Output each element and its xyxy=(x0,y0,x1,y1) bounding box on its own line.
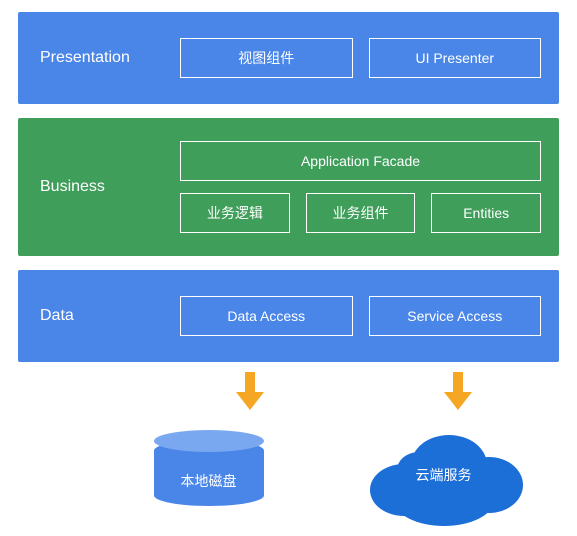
local-disk-icon: 本地磁盘 xyxy=(144,430,274,520)
presentation-content: 视图组件 UI Presenter xyxy=(180,38,559,78)
presentation-label: Presentation xyxy=(18,49,180,67)
arrow-down-icon xyxy=(444,372,472,410)
arrow-row xyxy=(18,372,559,410)
cloud-service-label: 云端服务 xyxy=(416,465,472,485)
local-disk-label: 本地磁盘 xyxy=(181,471,237,491)
data-layer: Data Data Access Service Access xyxy=(18,270,559,362)
box-ui-presenter: UI Presenter xyxy=(369,38,542,78)
box-view-component: 视图组件 xyxy=(180,38,353,78)
storage-row: 本地磁盘 云端服务 xyxy=(18,420,559,530)
business-label: Business xyxy=(18,178,180,196)
arrow-down-icon xyxy=(236,372,264,410)
business-content: Application Facade 业务逻辑 业务组件 Entities xyxy=(180,141,559,233)
business-layer: Business Application Facade 业务逻辑 业务组件 En… xyxy=(18,118,559,256)
box-application-facade: Application Facade xyxy=(180,141,541,181)
presentation-layer: Presentation 视图组件 UI Presenter xyxy=(18,12,559,104)
data-content: Data Access Service Access xyxy=(180,296,559,336)
box-data-access: Data Access xyxy=(180,296,353,336)
box-entities: Entities xyxy=(431,193,541,233)
data-label: Data xyxy=(18,307,180,325)
box-service-access: Service Access xyxy=(369,296,542,336)
cloud-service-icon: 云端服务 xyxy=(354,420,534,530)
box-biz-logic: 业务逻辑 xyxy=(180,193,290,233)
box-biz-component: 业务组件 xyxy=(306,193,416,233)
